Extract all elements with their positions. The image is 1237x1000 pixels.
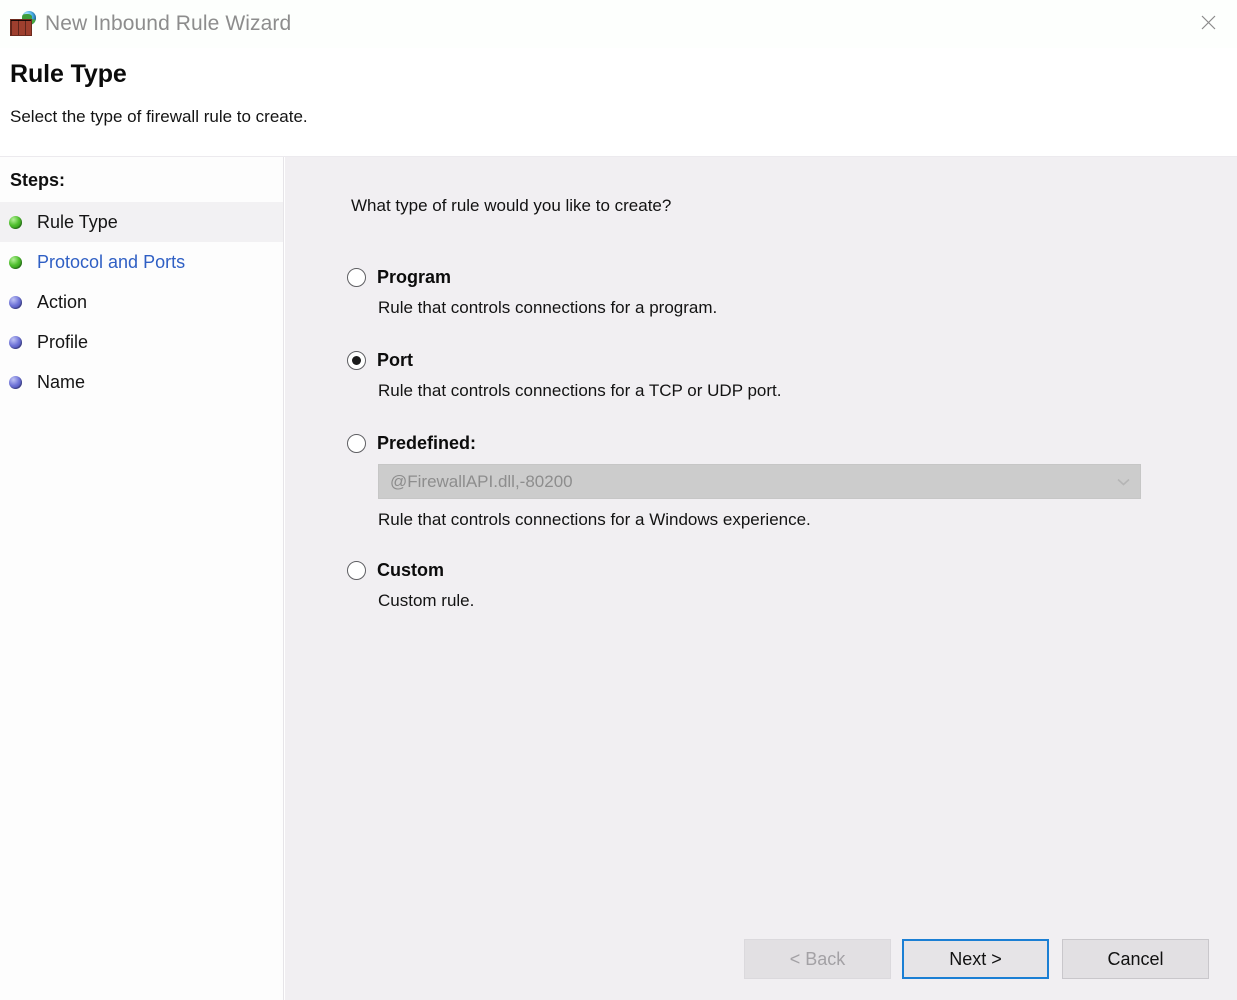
chevron-down-icon [1117, 478, 1130, 486]
rule-type-radio-group: Program Rule that controls connections f… [347, 267, 1237, 612]
option-port: Port Rule that controls connections for … [347, 350, 1237, 402]
option-port-label: Port [377, 350, 413, 370]
brick-wall-icon [10, 19, 32, 36]
sidebar-item-profile[interactable]: Profile [0, 322, 283, 362]
option-predefined-label: Predefined: [377, 433, 477, 453]
sidebar-item-label: Rule Type [37, 212, 118, 232]
radio-port-icon[interactable] [347, 351, 366, 370]
wizard-body: Steps: Rule Type Protocol and Ports Acti… [0, 157, 1237, 1000]
sidebar-item-label: Action [37, 292, 88, 312]
close-icon[interactable] [1180, 0, 1237, 44]
wizard-window: New Inbound Rule Wizard Rule Type Select… [0, 0, 1237, 1000]
step-bullet-icon [9, 255, 22, 269]
step-bullet-icon [9, 295, 22, 309]
sidebar-item-name[interactable]: Name [0, 362, 283, 402]
radio-custom-icon[interactable] [347, 561, 366, 580]
wizard-footer: < Back Next > Cancel [285, 939, 1237, 979]
cancel-button[interactable]: Cancel [1062, 939, 1209, 979]
step-bullet-icon [9, 375, 22, 389]
radio-program-icon[interactable] [347, 268, 366, 287]
option-predefined-row[interactable]: Predefined: [347, 433, 1237, 453]
sidebar-item-label: Name [37, 372, 86, 392]
sidebar-item-label: Protocol and Ports [37, 252, 186, 272]
steps-sidebar: Steps: Rule Type Protocol and Ports Acti… [0, 157, 284, 1000]
title-bar: New Inbound Rule Wizard [0, 0, 1237, 48]
option-program: Program Rule that controls connections f… [347, 267, 1237, 319]
option-program-description: Rule that controls connections for a pro… [378, 298, 718, 317]
step-bullet-icon [9, 335, 22, 349]
option-program-row[interactable]: Program [347, 267, 1237, 287]
step-bullet-icon [9, 215, 22, 229]
option-custom-description: Custom rule. [378, 591, 475, 610]
sidebar-item-rule-type[interactable]: Rule Type [0, 202, 283, 242]
sidebar-item-label: Profile [37, 332, 89, 352]
option-custom-label: Custom [377, 560, 444, 580]
page-title: Rule Type [10, 60, 127, 88]
steps-heading: Steps: [10, 170, 66, 190]
predefined-rule-dropdown[interactable]: @FirewallAPI.dll,-80200 [378, 464, 1141, 499]
sidebar-item-action[interactable]: Action [0, 282, 283, 322]
option-custom: Custom Custom rule. [347, 560, 1237, 612]
sidebar-item-protocol-and-ports[interactable]: Protocol and Ports [0, 242, 283, 282]
page-subtitle: Select the type of firewall rule to crea… [10, 107, 308, 126]
option-custom-row[interactable]: Custom [347, 560, 1237, 580]
predefined-rule-value: @FirewallAPI.dll,-80200 [390, 471, 573, 491]
option-program-label: Program [377, 267, 452, 287]
back-button[interactable]: < Back [744, 939, 891, 979]
next-button[interactable]: Next > [902, 939, 1049, 979]
option-predefined: Predefined: @FirewallAPI.dll,-80200 Rule… [347, 433, 1237, 531]
window-title: New Inbound Rule Wizard [45, 12, 292, 35]
question-label: What type of rule would you like to crea… [351, 196, 672, 215]
option-port-row[interactable]: Port [347, 350, 1237, 370]
content-panel: What type of rule would you like to crea… [284, 157, 1237, 1000]
page-header: Rule Type Select the type of firewall ru… [0, 48, 1237, 157]
radio-predefined-icon[interactable] [347, 434, 366, 453]
option-predefined-description: Rule that controls connections for a Win… [378, 510, 811, 529]
firewall-brick-globe-icon [10, 11, 36, 37]
option-port-description: Rule that controls connections for a TCP… [378, 381, 782, 400]
